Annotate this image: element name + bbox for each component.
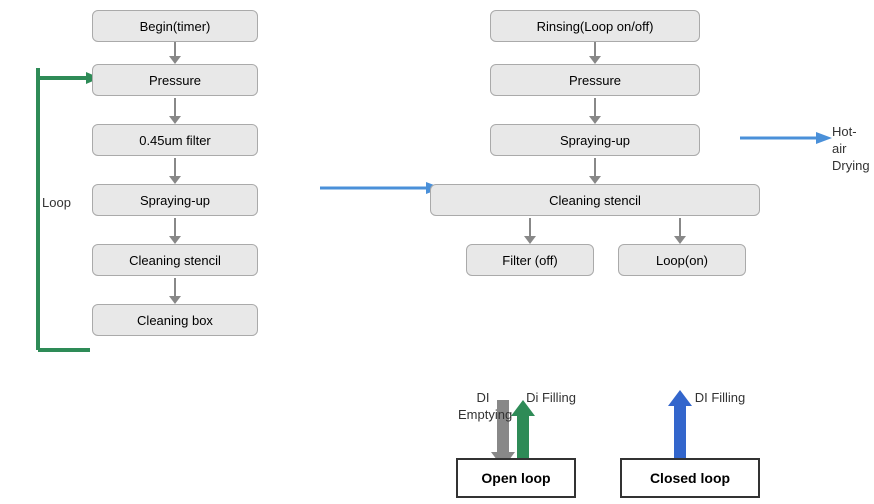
hot-air-drying-label: Hot-air Drying (832, 124, 870, 175)
loop-on-box: Loop(on) (618, 244, 746, 276)
cleaning-stencil-left-label: Cleaning stencil (129, 253, 221, 268)
di-filling-right-label: DI Filling (690, 390, 750, 407)
loop-on-label: Loop(on) (656, 253, 708, 268)
di-emptying-text: DI Emptying (458, 390, 512, 422)
diagram: Begin(timer) Pressure 0.45um filter Spra… (0, 0, 874, 504)
hot-air-drying-text: Hot-air Drying (832, 124, 870, 173)
rinsing-box: Rinsing(Loop on/off) (490, 10, 700, 42)
begin-timer-box: Begin(timer) (92, 10, 258, 42)
loop-label: Loop (42, 195, 71, 210)
spraying-right-box: Spraying-up (490, 124, 700, 156)
begin-timer-label: Begin(timer) (140, 19, 211, 34)
di-filling-left-label: Di Filling (526, 390, 576, 407)
di-emptying-label: DI Emptying (458, 390, 508, 424)
open-loop-label: Open loop (481, 470, 550, 486)
pressure-right-label: Pressure (569, 73, 621, 88)
pressure-left-label: Pressure (149, 73, 201, 88)
pressure-right-box: Pressure (490, 64, 700, 96)
rinsing-label: Rinsing(Loop on/off) (537, 19, 654, 34)
di-filling-left-text: Di Filling (526, 390, 576, 405)
cleaning-box: Cleaning box (92, 304, 258, 336)
pressure-left-box: Pressure (92, 64, 258, 96)
loop-text: Loop (42, 195, 71, 210)
closed-loop-box: Closed loop (620, 458, 760, 498)
cleaning-stencil-left-box: Cleaning stencil (92, 244, 258, 276)
filter-off-box: Filter (off) (466, 244, 594, 276)
spraying-left-box: Spraying-up (92, 184, 258, 216)
cleaning-stencil-right-label: Cleaning stencil (549, 193, 641, 208)
cleaning-box-label: Cleaning box (137, 313, 213, 328)
open-loop-box: Open loop (456, 458, 576, 498)
cleaning-stencil-right-box: Cleaning stencil (430, 184, 760, 216)
closed-loop-label: Closed loop (650, 470, 730, 486)
di-filling-right-text: DI Filling (695, 390, 746, 405)
spraying-right-label: Spraying-up (560, 133, 630, 148)
filter-label: 0.45um filter (139, 133, 211, 148)
spraying-left-label: Spraying-up (140, 193, 210, 208)
filter-off-label: Filter (off) (502, 253, 557, 268)
filter-box: 0.45um filter (92, 124, 258, 156)
